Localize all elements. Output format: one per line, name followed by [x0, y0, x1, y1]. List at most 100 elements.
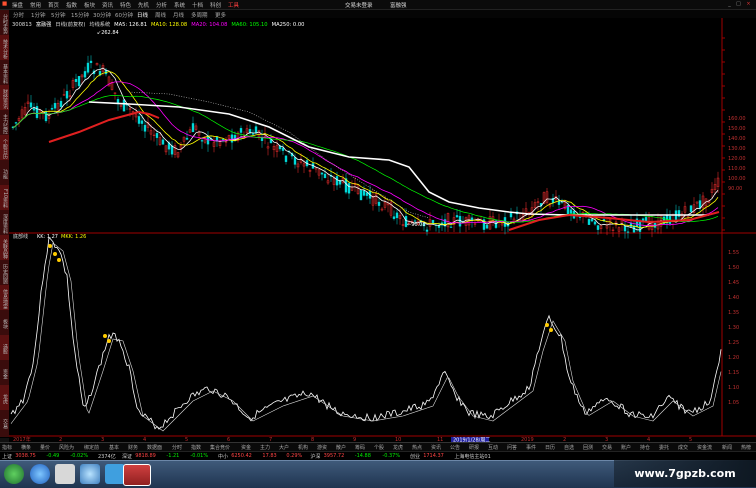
function-tab-25[interactable]: 问答 [507, 444, 517, 451]
function-tab-34[interactable]: 成交 [678, 444, 688, 451]
function-tab-7[interactable]: 数据面 [147, 444, 162, 451]
candle-body [359, 189, 363, 201]
trade-status[interactable]: 交易未登录 [345, 1, 373, 9]
menu-feature[interactable]: 特色 [120, 1, 131, 9]
explorer-icon[interactable] [55, 464, 75, 484]
candle-body [320, 172, 324, 175]
candle-body [89, 60, 93, 64]
left-tab-5[interactable]: 个股日历 [0, 135, 9, 163]
function-tab-14[interactable]: 机构 [298, 444, 308, 451]
indicator-value-0: KK: 1.27 [37, 234, 58, 240]
menu-analysis[interactable]: 分析 [156, 1, 167, 9]
function-tab-1[interactable]: 横条 [21, 444, 31, 451]
function-tab-4[interactable]: 绑定前 [84, 444, 99, 451]
left-tab-6[interactable]: 功能 [0, 160, 9, 188]
function-tab-24[interactable]: 互动 [488, 444, 498, 451]
menu-system[interactable]: 操盘 [12, 1, 23, 9]
left-tab-0[interactable]: 分时走势 [0, 10, 9, 38]
function-tab-33[interactable]: 委托 [659, 444, 669, 451]
quote-item-0: 上证 [2, 454, 13, 460]
signal-marker [103, 334, 107, 338]
function-tab-12[interactable]: 主力 [260, 444, 270, 451]
function-tab-15[interactable]: 游资 [317, 444, 327, 451]
function-tab-36[interactable]: 新闻 [722, 444, 732, 451]
left-tab-10[interactable]: 历史回顾 [0, 260, 9, 288]
function-tab-37[interactable]: 热榜 [741, 444, 751, 451]
function-tab-9[interactable]: 指数 [191, 444, 201, 451]
function-tab-16[interactable]: 散户 [336, 444, 346, 451]
app-icon[interactable] [80, 464, 100, 484]
function-tab-23[interactable]: 研报 [469, 444, 479, 451]
account-name[interactable]: 富融强 [390, 1, 407, 9]
function-tab-10[interactable]: 集合竞价 [210, 444, 230, 451]
close-icon[interactable]: × [745, 1, 752, 7]
menu-level10[interactable]: 十档 [192, 1, 203, 9]
menu-pioneer[interactable]: 先机 [138, 1, 149, 9]
function-tab-28[interactable]: 自选 [564, 444, 574, 451]
menu-index[interactable]: 指数 [66, 1, 77, 9]
menu-tools[interactable]: 工具 [228, 1, 239, 9]
function-tab-13[interactable]: 大户 [279, 444, 289, 451]
function-tab-18[interactable]: 个股 [374, 444, 384, 451]
signal-marker [549, 328, 553, 332]
browser-icon[interactable] [30, 464, 50, 484]
left-tab-8[interactable]: 深度资料 [0, 210, 9, 238]
menu-star[interactable]: 科创 [210, 1, 221, 9]
menu-home[interactable]: 首页 [48, 1, 59, 9]
function-tab-0[interactable]: 指标 [2, 444, 12, 451]
indicator-tick-label: 1.15 [728, 370, 739, 376]
function-tab-22[interactable]: 公告 [450, 444, 460, 451]
candle-body [14, 122, 18, 124]
function-tab-17[interactable]: 筹码 [355, 444, 365, 451]
kline-chart[interactable]: ↙262.84 ←90.08 底部线 KK: 1.27 MKK: 1.26 160.0… [9, 18, 756, 442]
stock-app-icon[interactable] [123, 464, 151, 486]
candle-body [239, 128, 243, 133]
left-tab-14[interactable]: 资金 [0, 360, 9, 388]
left-tab-11[interactable]: 信息地雷 [0, 285, 9, 313]
start-icon[interactable] [4, 464, 24, 484]
function-tab-20[interactable]: 热点 [412, 444, 422, 451]
function-tab-26[interactable]: 事件 [526, 444, 536, 451]
candle-body [59, 100, 63, 107]
chart-info-line: 300813 富融强 日线(前复权) 均线系统 MA5: 126.81 MA10: 128… [12, 21, 312, 29]
minimize-icon[interactable]: _ [726, 1, 733, 7]
left-tab-13[interactable]: 选股 [0, 335, 9, 363]
left-tab-16[interactable]: 交易 [0, 410, 9, 438]
quote-item-5: 深证 [122, 454, 133, 460]
function-tab-27[interactable]: 日历 [545, 444, 555, 451]
function-tab-19[interactable]: 龙虎 [393, 444, 403, 451]
left-tab-9[interactable]: 关联品种 [0, 235, 9, 263]
function-tab-3[interactable]: 风险为 [59, 444, 74, 451]
function-tab-31[interactable]: 账户 [621, 444, 631, 451]
chat-icon[interactable] [105, 464, 125, 484]
candle-body [587, 218, 591, 225]
price-tick-label: 160.00 [728, 116, 746, 122]
function-tab-32[interactable]: 持仓 [640, 444, 650, 451]
left-tab-1[interactable]: 技术分析 [0, 35, 9, 63]
candle-body [191, 123, 195, 133]
function-tab-5[interactable]: 基本 [109, 444, 119, 451]
left-tab-4[interactable]: 主力监控 [0, 110, 9, 138]
signal-marker [107, 339, 111, 343]
menu-sys[interactable]: 系统 [174, 1, 185, 9]
candle-body [449, 226, 453, 228]
candle-body [161, 139, 165, 145]
function-tab-6[interactable]: 财务 [128, 444, 138, 451]
left-tab-3[interactable]: 财经资讯 [0, 85, 9, 113]
left-tab-7[interactable]: F10资料 [0, 185, 9, 213]
function-tab-2[interactable]: 量价 [40, 444, 50, 451]
chart-mode: 日线(前复权) [55, 22, 86, 28]
menu-news[interactable]: 资讯 [102, 1, 113, 9]
function-tab-11[interactable]: 资金 [241, 444, 251, 451]
left-tab-15[interactable]: 龙虎 [0, 385, 9, 413]
function-tab-30[interactable]: 交易 [602, 444, 612, 451]
menu-sector[interactable]: 板块 [84, 1, 95, 9]
function-tab-21[interactable]: 资讯 [431, 444, 441, 451]
left-tab-2[interactable]: 基本资料 [0, 60, 9, 88]
maximize-icon[interactable]: □ [735, 1, 742, 7]
function-tab-35[interactable]: 资金流 [697, 444, 712, 451]
left-tab-12[interactable]: 板块 [0, 310, 9, 338]
function-tab-8[interactable]: 分时 [172, 444, 182, 451]
function-tab-29[interactable]: 回测 [583, 444, 593, 451]
menu-common[interactable]: 常用 [30, 1, 41, 9]
